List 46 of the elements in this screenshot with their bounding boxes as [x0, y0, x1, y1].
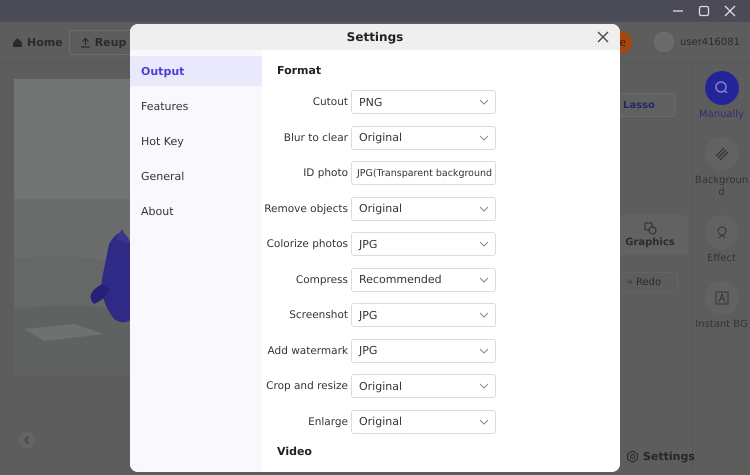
chevron-down-icon — [479, 276, 489, 282]
section-heading: Format — [277, 64, 322, 78]
field-label: Blur to clear — [282, 132, 349, 144]
format-dropdown[interactable]: PNG — [351, 90, 496, 114]
arrow-icon — [625, 278, 633, 286]
section-heading: Video — [277, 445, 313, 459]
format-dropdown[interactable]: Original — [351, 410, 496, 434]
settings-tab[interactable]: Output — [130, 56, 262, 86]
field-label: Enlarge — [307, 416, 349, 428]
format-dropdown[interactable]: Original — [351, 196, 496, 220]
home-icon — [12, 36, 23, 48]
format-dropdown[interactable]: JPG — [351, 303, 496, 327]
chevron-down-icon — [479, 383, 489, 389]
close-icon[interactable] — [596, 30, 610, 44]
field-label: Add watermark — [266, 344, 349, 356]
image-frame-icon — [714, 291, 728, 305]
chevron-down-icon — [479, 134, 489, 140]
format-dropdown[interactable]: JPG — [351, 338, 496, 362]
format-dropdown[interactable]: Recommended — [351, 268, 496, 292]
settings-tab[interactable]: Hot Key — [130, 126, 262, 156]
settings-tab[interactable]: Features — [130, 91, 262, 121]
upload-icon — [80, 36, 91, 48]
format-field[interactable]: JPG(Transparent background — [351, 161, 496, 185]
shapes-icon — [644, 222, 656, 235]
field-label: Colorize photos — [266, 238, 349, 250]
chevron-down-icon — [479, 418, 489, 424]
field-label: Crop and resize — [265, 380, 349, 392]
chevron-down-icon — [479, 348, 489, 354]
format-dropdown[interactable]: Original — [351, 374, 496, 398]
maximize-icon[interactable] — [698, 5, 710, 17]
field-label: Cutout — [312, 96, 349, 108]
chevron-down-icon — [479, 206, 489, 212]
chevron-down-icon — [479, 312, 489, 318]
field-label: Compress — [294, 274, 349, 286]
format-dropdown[interactable]: JPG — [351, 232, 496, 256]
field-label: Remove objects — [263, 202, 349, 214]
settings-icon — [626, 450, 639, 463]
settings-tab[interactable]: General — [130, 161, 262, 191]
format-dropdown[interactable]: Original — [351, 126, 496, 150]
field-label: Screenshot — [288, 309, 349, 321]
dialog-title: Settings — [346, 30, 404, 44]
settings-tab[interactable]: About — [130, 196, 262, 226]
chevron-down-icon — [479, 241, 489, 247]
chevron-down-icon — [479, 99, 489, 105]
field-label: ID photo — [302, 167, 349, 179]
hatch-icon — [714, 147, 728, 161]
